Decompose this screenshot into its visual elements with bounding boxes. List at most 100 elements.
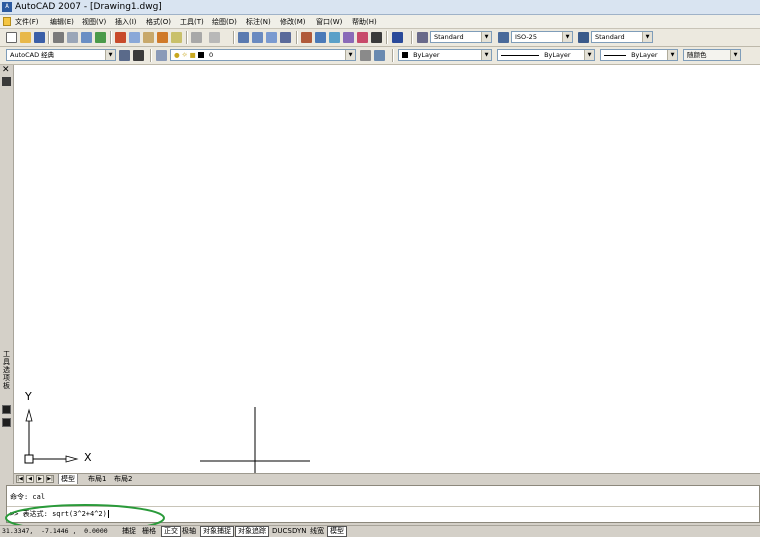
tab-model[interactable]: 模型: [58, 474, 78, 484]
dim-style-dropdown[interactable]: ISO-25 ▼: [511, 31, 573, 43]
close-icon[interactable]: ✕: [2, 66, 10, 75]
command-input-line[interactable]: >> 表达式: sqrt(3^2+4^2): [10, 510, 109, 519]
layer-dropdown[interactable]: ● ☼ ■ 0 ▼: [170, 49, 356, 61]
sheet-set-icon[interactable]: [343, 32, 354, 43]
chevron-down-icon: ▼: [562, 32, 572, 42]
chevron-down-icon: ▼: [105, 50, 115, 60]
document-icon[interactable]: [3, 17, 11, 26]
text-style-dropdown[interactable]: Standard ▼: [430, 31, 492, 43]
paste-icon[interactable]: [143, 32, 154, 43]
palette-tab-icon[interactable]: [2, 418, 11, 427]
layers-toolbar: AutoCAD 经典 ▼ ● ☼ ■ 0 ▼ ByLayer ▼ ByLayer…: [0, 47, 760, 65]
menu-help[interactable]: 帮助(H): [352, 17, 377, 27]
toolbar-separator: [392, 49, 393, 62]
cut-icon[interactable]: [115, 32, 126, 43]
tool-palette-title[interactable]: 工具选项板: [1, 350, 12, 390]
linetype-dropdown[interactable]: ByLayer ▼: [497, 49, 595, 61]
layer-thaw-icon: ☼: [181, 51, 188, 59]
last-tab-icon[interactable]: ▶|: [46, 475, 54, 483]
properties-icon[interactable]: [301, 32, 312, 43]
menu-bar: 文件(F) 编辑(E) 视图(V) 插入(I) 格式(O) 工具(T) 绘图(D…: [0, 15, 760, 29]
window-title: AutoCAD 2007 - [Drawing1.dwg]: [15, 2, 162, 12]
block-editor-icon[interactable]: [171, 32, 182, 43]
toolbar-separator: [150, 49, 151, 62]
table-style-dropdown[interactable]: Standard ▼: [591, 31, 653, 43]
model-button[interactable]: 模型: [327, 526, 347, 537]
menu-view[interactable]: 视图(V): [82, 17, 106, 27]
workspace-settings-icon[interactable]: [119, 50, 130, 61]
match-properties-icon[interactable]: [157, 32, 168, 43]
table-style-icon[interactable]: [578, 32, 589, 43]
help-icon[interactable]: [392, 32, 403, 43]
osnap-button[interactable]: 对象捕捉: [200, 526, 234, 537]
menu-edit[interactable]: 编辑(E): [50, 17, 74, 27]
3d-dwf-icon[interactable]: [95, 32, 106, 43]
lineweight-button[interactable]: 线宽: [308, 526, 326, 537]
make-current-layer-icon[interactable]: [360, 50, 371, 61]
menu-dimension[interactable]: 标注(N): [246, 17, 271, 27]
new-icon[interactable]: [6, 32, 17, 43]
dim-style-icon[interactable]: [498, 32, 509, 43]
tool-palette-bar: ✕ 工具选项板: [0, 65, 14, 493]
menu-insert[interactable]: 插入(I): [115, 17, 137, 27]
menu-file[interactable]: 文件(F): [15, 17, 39, 27]
color-value: ByLayer: [413, 51, 440, 59]
lineweight-dropdown[interactable]: ByLayer ▼: [600, 49, 678, 61]
next-tab-icon[interactable]: ▶: [36, 475, 44, 483]
menu-format[interactable]: 格式(O): [146, 17, 171, 27]
grid-button[interactable]: 栅格: [140, 526, 158, 537]
undo-icon[interactable]: [191, 32, 202, 43]
canvas-graphics: [24, 407, 310, 473]
pan-icon[interactable]: [238, 32, 249, 43]
zoom-realtime-icon[interactable]: [252, 32, 263, 43]
workspace-value: AutoCAD 经典: [10, 51, 55, 59]
menu-window[interactable]: 窗口(W): [316, 17, 342, 27]
calculator-icon[interactable]: [371, 32, 382, 43]
chevron-down-icon: ▼: [642, 32, 652, 42]
otrack-button[interactable]: 对象追踪: [235, 526, 269, 537]
plot-icon[interactable]: [53, 32, 64, 43]
menu-modify[interactable]: 修改(M): [280, 17, 306, 27]
first-tab-icon[interactable]: |◀: [16, 475, 24, 483]
my-workspace-icon[interactable]: [133, 50, 144, 61]
dyn-button[interactable]: DYN: [290, 526, 309, 537]
drawing-canvas[interactable]: Y X: [14, 65, 760, 473]
layer-unlock-icon: ■: [189, 51, 196, 59]
text-style-icon[interactable]: [417, 32, 428, 43]
toolbar-separator: [186, 31, 187, 44]
toolbar-separator: [411, 31, 412, 44]
plotstyle-dropdown[interactable]: 随颜色 ▼: [683, 49, 741, 61]
tool-palettes-icon[interactable]: [329, 32, 340, 43]
layer-properties-icon[interactable]: [156, 50, 167, 61]
publish-icon[interactable]: [81, 32, 92, 43]
prev-tab-icon[interactable]: ◀: [26, 475, 34, 483]
save-icon[interactable]: [34, 32, 45, 43]
designcenter-icon[interactable]: [315, 32, 326, 43]
zoom-window-icon[interactable]: [266, 32, 277, 43]
menu-draw[interactable]: 绘图(D): [212, 17, 237, 27]
markup-icon[interactable]: [357, 32, 368, 43]
polar-button[interactable]: 极轴: [180, 526, 198, 537]
palette-properties-icon[interactable]: [2, 77, 11, 86]
tab-layout2[interactable]: 布局2: [112, 474, 134, 484]
lineweight-sample: [604, 54, 626, 56]
zoom-previous-icon[interactable]: [280, 32, 291, 43]
workspace-dropdown[interactable]: AutoCAD 经典 ▼: [6, 49, 116, 61]
chevron-down-icon: ▼: [584, 50, 594, 60]
snap-button[interactable]: 捕捉: [120, 526, 138, 537]
palette-tab-icon[interactable]: [2, 405, 11, 414]
open-icon[interactable]: [20, 32, 31, 43]
menu-tools[interactable]: 工具(T): [180, 17, 204, 27]
plot-preview-icon[interactable]: [67, 32, 78, 43]
chevron-down-icon: ▼: [481, 50, 491, 60]
coordinate-readout[interactable]: 31.3347, -7.1446 , 0.0000: [2, 526, 108, 537]
copy-icon[interactable]: [129, 32, 140, 43]
command-window[interactable]: 命令: cal >> 表达式: sqrt(3^2+4^2): [6, 485, 760, 523]
layer-previous-icon[interactable]: [374, 50, 385, 61]
command-prompt: >> 表达式: sqrt(3^2+4^2): [10, 510, 107, 518]
color-dropdown[interactable]: ByLayer ▼: [398, 49, 492, 61]
tab-layout1[interactable]: 布局1: [86, 474, 108, 484]
ortho-button[interactable]: 正交: [161, 526, 181, 537]
ucs-icon: [24, 408, 79, 464]
redo-icon[interactable]: [209, 32, 220, 43]
